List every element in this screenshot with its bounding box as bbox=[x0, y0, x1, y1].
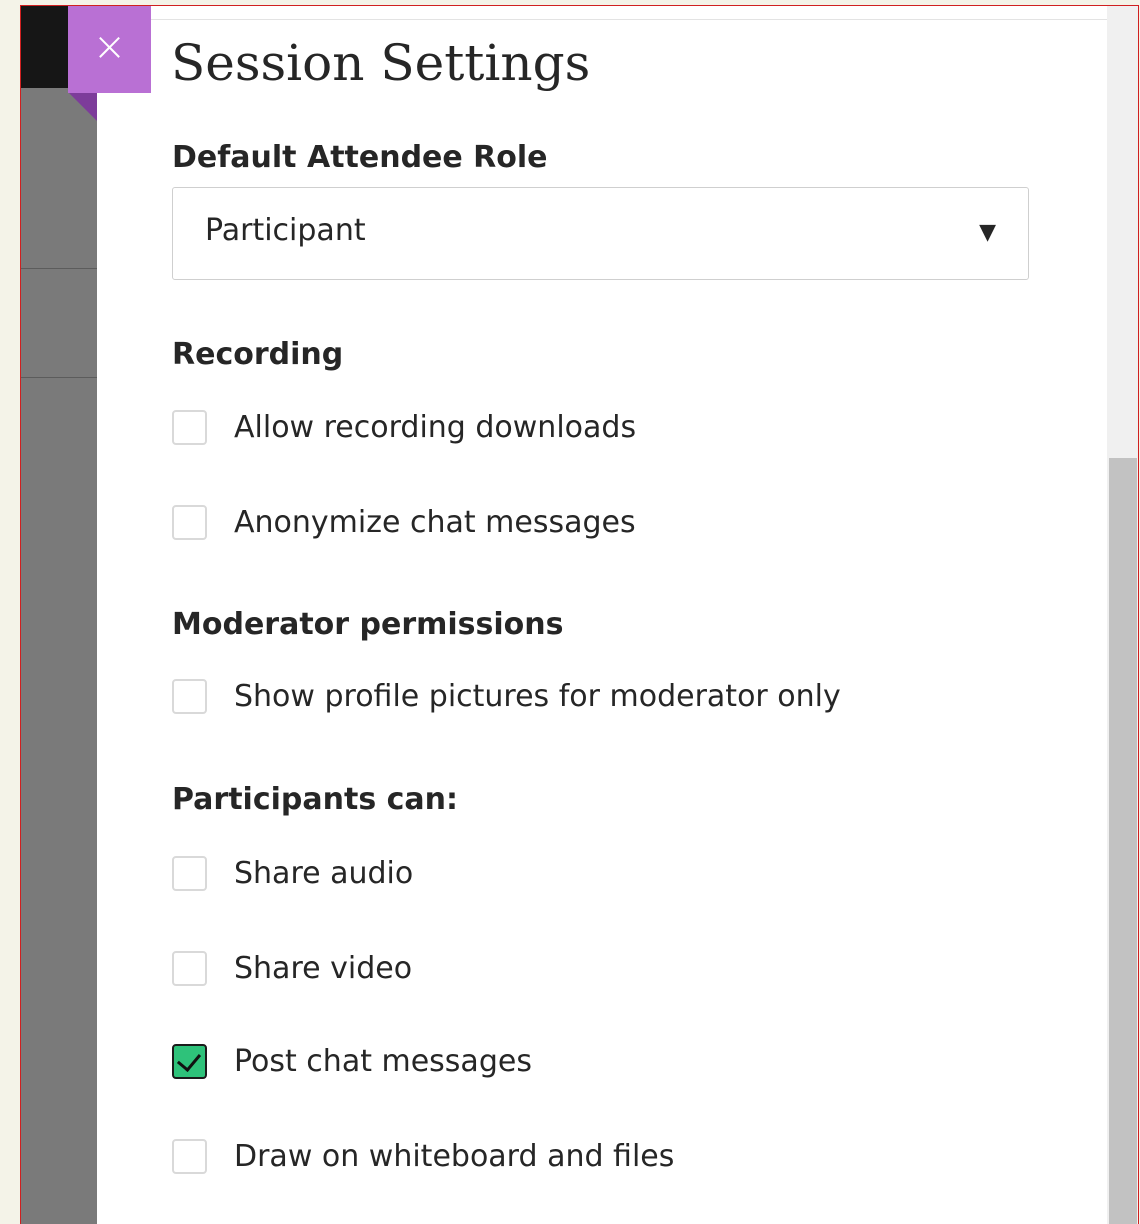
moderator-permissions-heading: Moderator permissions bbox=[172, 607, 564, 642]
option-label: Anonymize chat messages bbox=[234, 505, 636, 540]
option-label: Post chat messages bbox=[234, 1044, 532, 1079]
checkbox-checked[interactable] bbox=[172, 1044, 207, 1079]
checkbox[interactable] bbox=[172, 1139, 207, 1174]
close-button[interactable]: × bbox=[68, 6, 151, 93]
panel-top-rule bbox=[97, 19, 1107, 20]
checkbox[interactable] bbox=[172, 679, 207, 714]
option-label: Draw on whiteboard and files bbox=[234, 1139, 675, 1174]
page-title: Session Settings bbox=[171, 34, 591, 92]
background-divider bbox=[21, 377, 97, 378]
checkbox[interactable] bbox=[172, 951, 207, 986]
app-top-bar bbox=[21, 6, 69, 88]
background-divider bbox=[21, 268, 97, 269]
checkbox[interactable] bbox=[172, 410, 207, 445]
app-frame: × Session Settings Default Attendee Role… bbox=[20, 5, 1139, 1224]
option-label: Show profile pictures for moderator only bbox=[234, 679, 841, 714]
default-role-heading: Default Attendee Role bbox=[172, 140, 548, 175]
check-icon bbox=[176, 1046, 202, 1073]
option-label: Share video bbox=[234, 951, 413, 986]
close-icon: × bbox=[92, 24, 127, 70]
close-button-fold bbox=[69, 93, 97, 121]
default-role-value: Participant bbox=[205, 213, 366, 248]
default-role-select[interactable]: Participant ▼ bbox=[172, 187, 1029, 280]
scrollbar-thumb[interactable] bbox=[1109, 458, 1137, 1224]
caret-down-icon: ▼ bbox=[979, 220, 996, 245]
checkbox[interactable] bbox=[172, 505, 207, 540]
participants-can-heading: Participants can: bbox=[172, 782, 459, 817]
option-label: Share audio bbox=[234, 856, 414, 891]
recording-heading: Recording bbox=[172, 337, 344, 372]
checkbox[interactable] bbox=[172, 856, 207, 891]
option-label: Allow recording downloads bbox=[234, 410, 637, 445]
